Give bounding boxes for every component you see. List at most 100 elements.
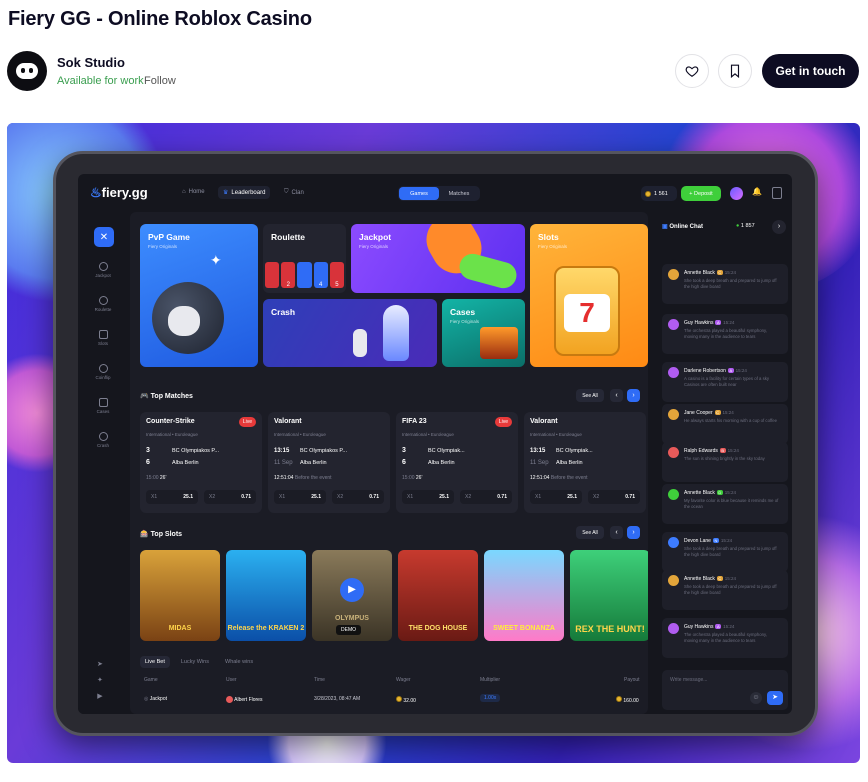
level-badge: A (715, 624, 722, 629)
score-1: 3 (146, 447, 150, 454)
odd-x1[interactable]: X1 25.1 (530, 490, 582, 504)
next-arrow[interactable]: › (627, 526, 640, 539)
tab-live-bet[interactable]: Live Bet (140, 656, 170, 668)
match-card[interactable]: Counter-Strike Live International • Euro… (140, 412, 262, 513)
chat-header: ▣ Online Chat (662, 223, 703, 230)
nav-clan[interactable]: ⛉ Clan (284, 189, 304, 196)
play-button[interactable]: ▶ (340, 578, 364, 602)
match-card[interactable]: Valorant International • Euroleague 13:1… (524, 412, 646, 513)
bell-icon[interactable]: 🔔 (752, 187, 762, 196)
card-subtitle: Fiery Originals (148, 244, 178, 249)
slot-name: SWEET BONANZA (493, 625, 555, 632)
card-subtitle: Fiery Originals (359, 244, 389, 249)
user-avatar[interactable] (668, 409, 679, 420)
username[interactable]: Ralph Edwards (684, 448, 718, 454)
odd-x1[interactable]: X1 25.1 (274, 490, 326, 504)
prev-arrow[interactable]: ‹ (610, 526, 623, 539)
match-card[interactable]: Valorant International • Euroleague 13:1… (268, 412, 390, 513)
odd-x2[interactable]: X2 0.71 (588, 490, 640, 504)
follow-button[interactable]: Follow (144, 75, 176, 87)
nav-leaderboard[interactable]: ♛ Leaderboard (218, 186, 271, 199)
leaderboard-icon: ♛ (223, 190, 229, 196)
slot-tile[interactable]: Release the KRAKEN 2 (226, 550, 306, 641)
get-in-touch-button[interactable]: Get in touch (762, 54, 859, 88)
tab-lucky-wins[interactable]: Lucky Wins (176, 656, 214, 668)
gamepad-icon: 🎮 (140, 393, 151, 400)
col-user: User (226, 677, 237, 683)
card-pvp-game[interactable]: PvP Game Fiery Originals ✦ (140, 224, 258, 367)
odd-label: X1 (279, 494, 286, 500)
twitter-icon[interactable]: ✦ (97, 673, 103, 689)
send-button[interactable]: ➤ (767, 691, 783, 705)
tab-whale-wins[interactable]: Whale wins (220, 656, 258, 668)
username[interactable]: Jane Cooper (684, 410, 713, 416)
app-logo[interactable]: ♨fiery.gg (90, 185, 148, 201)
sidebar-item-coinflip[interactable]: Coinflip (78, 364, 128, 380)
card-slots[interactable]: Slots Fiery Originals 7 (530, 224, 648, 367)
user-avatar[interactable] (668, 319, 679, 330)
telegram-icon[interactable]: ➤ (97, 657, 103, 673)
username[interactable]: Guy Hawkins (684, 624, 713, 630)
like-button[interactable] (675, 54, 709, 88)
see-all-matches-button[interactable]: See All (576, 389, 604, 402)
games-menu-button[interactable]: ✕ (94, 227, 114, 247)
username[interactable]: Annette Black (684, 270, 715, 276)
user-avatar[interactable] (668, 269, 679, 280)
slot-name: OLYMPUS (335, 615, 369, 622)
tab-matches[interactable]: Matches (439, 187, 479, 200)
odd-x2[interactable]: X2 0.71 (460, 490, 512, 504)
nav-home[interactable]: ⌂ Home (182, 189, 205, 195)
panel-toggle-icon[interactable] (772, 187, 782, 199)
sidebar-item-cases[interactable]: Cases (78, 398, 128, 414)
user-avatar[interactable] (668, 447, 679, 458)
user-avatar[interactable] (668, 537, 679, 548)
user-avatar[interactable] (668, 575, 679, 586)
sidebar-item-jackpot[interactable]: Jackpot (78, 262, 128, 278)
sidebar-item-crash[interactable]: Crash (78, 432, 128, 448)
table-row[interactable]: ◎ Jackpot (144, 696, 167, 702)
level-badge: N (712, 538, 719, 543)
user-avatar[interactable] (668, 623, 679, 634)
card-crash[interactable]: Crash (263, 299, 437, 367)
message-text: The orchestra played a beautiful symphon… (684, 328, 768, 339)
username[interactable]: Guy Hawkins (684, 320, 713, 326)
slot-tile[interactable]: THE DOG HOUSE (398, 550, 478, 641)
countdown: 12:51:04 (274, 475, 294, 481)
slot-tile[interactable]: REX THE HUNT! (570, 550, 648, 641)
odd-x2[interactable]: X2 0.71 (332, 490, 384, 504)
tab-games[interactable]: Games (399, 187, 439, 200)
message-header: Annette Black C 15:24 (684, 576, 736, 582)
username[interactable]: Annette Black (684, 576, 715, 582)
youtube-icon[interactable]: ▶ (97, 689, 103, 705)
match-card[interactable]: FIFA 23 Live International • Euroleague … (396, 412, 518, 513)
sidebar-item-roulette[interactable]: Roulette (78, 296, 128, 312)
user-avatar[interactable] (668, 489, 679, 500)
demo-badge[interactable]: DEMO (336, 625, 361, 635)
user-avatar[interactable] (668, 367, 679, 378)
prev-arrow[interactable]: ‹ (610, 389, 623, 402)
studio-name[interactable]: Sok Studio (57, 55, 125, 70)
username[interactable]: Devon Lane (684, 538, 711, 544)
chat-input[interactable]: Write message... (670, 677, 707, 683)
card-cases[interactable]: Cases Fiery Originals (442, 299, 525, 367)
slot-tile[interactable]: MIDAS (140, 550, 220, 641)
card-jackpot[interactable]: Jackpot Fiery Originals (351, 224, 525, 293)
username[interactable]: Annette Black (684, 490, 715, 496)
see-all-slots-button[interactable]: See All (576, 526, 604, 539)
emoji-icon[interactable]: ☺ (750, 692, 762, 704)
match-game: Counter-Strike (146, 418, 195, 425)
odd-x1[interactable]: X1 25.1 (146, 490, 198, 504)
odd-x2[interactable]: X2 0.71 (204, 490, 256, 504)
username[interactable]: Darlene Robertson (684, 368, 726, 374)
sidebar-item-slots[interactable]: Slots (78, 330, 128, 346)
next-arrow[interactable]: › (627, 389, 640, 402)
studio-avatar[interactable] (7, 51, 47, 91)
save-button[interactable] (718, 54, 752, 88)
card-roulette[interactable]: Roulette 2 4 5 (263, 224, 346, 293)
slot-tile[interactable]: SWEET BONANZA (484, 550, 564, 641)
deposit-button[interactable]: + Deposit (681, 186, 721, 201)
chat-collapse-button[interactable]: › (772, 220, 786, 234)
user-avatar[interactable] (730, 187, 743, 200)
slot-tile[interactable]: OLYMPUS ▶ DEMO (312, 550, 392, 641)
odd-x1[interactable]: X1 25.1 (402, 490, 454, 504)
